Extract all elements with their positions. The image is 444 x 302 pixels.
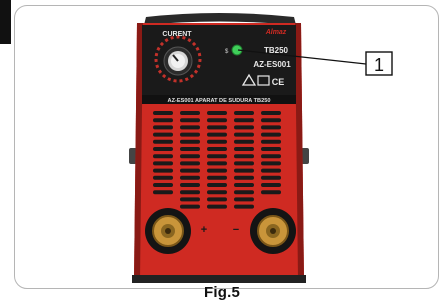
vent-slot <box>234 168 254 173</box>
vent-slot <box>261 190 281 195</box>
vent-slot <box>234 118 254 123</box>
vent-slot <box>207 139 227 144</box>
polarity-plus: + <box>201 224 207 236</box>
vent-slot <box>261 118 281 123</box>
vent-slot <box>261 111 281 115</box>
vent-slot <box>207 197 227 202</box>
vent-slot <box>234 204 254 209</box>
brand-logo: Almaz <box>265 29 287 36</box>
vent-slot <box>207 111 227 115</box>
vent-slot <box>261 132 281 137</box>
vent-slot <box>153 125 173 130</box>
vent-slot <box>207 190 227 195</box>
vent-slot <box>180 154 200 159</box>
device-description: AZ-ES001 APARAT DE SUDURA TB250 <box>168 98 271 104</box>
vent-slot <box>234 111 254 115</box>
vent-slot <box>180 204 200 209</box>
vent-slot <box>234 175 254 180</box>
vent-slot <box>234 132 254 137</box>
figure-caption: Fig.5 <box>203 284 240 301</box>
vent-slot <box>261 168 281 173</box>
vent-slot <box>261 139 281 144</box>
vent-slot <box>180 168 200 173</box>
vent-slot <box>261 147 281 151</box>
vent-slot <box>180 147 200 151</box>
vent-slot <box>234 125 254 130</box>
vent-slot <box>180 111 200 115</box>
vent-slot <box>261 161 281 166</box>
vent-slot <box>207 168 227 173</box>
vent-slot <box>153 183 173 187</box>
vent-slot <box>180 190 200 195</box>
positive-terminal <box>145 208 191 254</box>
welder-illustration: CURENT $ Almaz TB250 AZ-ES001 CE AZ-ES00… <box>129 13 393 283</box>
vent-slot <box>207 161 227 166</box>
vent-slot <box>234 161 254 166</box>
vent-slot <box>180 197 200 202</box>
vent-slot <box>180 125 200 130</box>
vent-slot <box>207 125 227 130</box>
vent-slot <box>180 183 200 187</box>
vent-slot <box>153 147 173 151</box>
vent-slot <box>207 154 227 159</box>
vent-slot <box>261 183 281 187</box>
vent-slot <box>261 154 281 159</box>
callout-number: 1 <box>374 55 384 75</box>
vent-slot <box>207 118 227 123</box>
vent-slot <box>234 139 254 144</box>
vent-slot <box>180 175 200 180</box>
vent-slot <box>234 183 254 187</box>
vent-slot <box>153 154 173 159</box>
vent-slot <box>207 132 227 137</box>
vent-slot <box>180 139 200 144</box>
vent-slot <box>180 161 200 166</box>
vent-slot <box>234 154 254 159</box>
vent-slot <box>234 147 254 151</box>
vent-slot <box>180 118 200 123</box>
vent-slot <box>153 168 173 173</box>
vent-slot <box>207 175 227 180</box>
vent-slot <box>153 190 173 195</box>
vent-slot <box>180 132 200 137</box>
negative-terminal <box>250 208 296 254</box>
vent-slot <box>153 161 173 166</box>
page-tab-marker <box>0 0 11 44</box>
vent-slot <box>234 197 254 202</box>
code-label: AZ-ES001 <box>253 60 291 69</box>
vent-slot <box>207 147 227 151</box>
vent-slot <box>153 132 173 137</box>
vent-slot <box>234 190 254 195</box>
vent-slot <box>207 204 227 209</box>
ce-mark-icon: CE <box>272 77 285 87</box>
vent-slot <box>261 125 281 130</box>
current-label: CURENT <box>162 31 192 38</box>
vent-slot <box>153 139 173 144</box>
vent-slot <box>153 175 173 180</box>
vent-slot <box>207 183 227 187</box>
vent-slot <box>261 175 281 180</box>
vent-slot <box>153 118 173 123</box>
polarity-minus: − <box>233 224 239 236</box>
welder-base <box>132 275 306 283</box>
vent-slot <box>153 111 173 115</box>
